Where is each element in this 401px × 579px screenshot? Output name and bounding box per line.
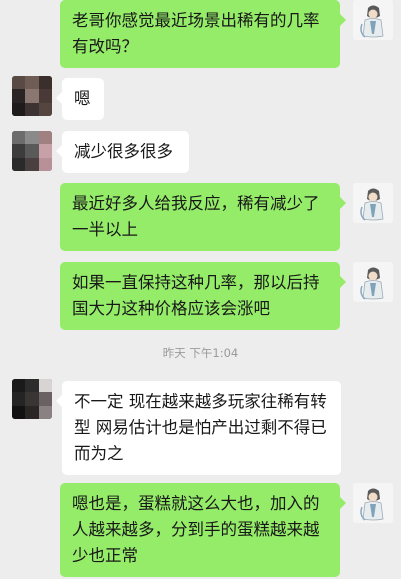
blurred-avatar-image — [12, 131, 52, 171]
character-avatar-icon — [353, 483, 393, 523]
my-avatar[interactable] — [353, 262, 393, 302]
message-bubble[interactable]: 减少很多很多 — [56, 131, 189, 173]
my-avatar[interactable] — [353, 0, 393, 40]
blurred-avatar-image — [12, 76, 52, 116]
character-avatar-icon — [353, 0, 393, 40]
chat-window: 老哥你感觉最近场景出稀有的几率有改吗？ 嗯 减少很多很多 最近好多人给我反应，稀… — [0, 0, 401, 579]
contact-avatar[interactable] — [12, 76, 52, 116]
message-bubble[interactable]: 嗯 — [56, 78, 104, 120]
character-avatar-icon — [353, 262, 393, 302]
message-bubble[interactable]: 不一定 现在越来越多玩家往稀有转型 网易估计也是怕产出过剩不得已而为之 — [56, 381, 341, 475]
blurred-avatar-image — [12, 379, 52, 419]
character-avatar-icon — [353, 183, 393, 223]
chat-timestamp: 昨天 下午1:04 — [162, 346, 239, 360]
message-bubble[interactable]: 嗯也是，蛋糕就这么大也，加入的人越来越多，分到手的蛋糕越来越少也正常 — [60, 483, 346, 577]
contact-avatar[interactable] — [12, 131, 52, 171]
my-avatar[interactable] — [353, 483, 393, 523]
contact-avatar[interactable] — [12, 379, 52, 419]
message-bubble[interactable]: 如果一直保持这种几率，那以后持国大力这种价格应该会涨吧 — [60, 262, 346, 330]
my-avatar[interactable] — [353, 183, 393, 223]
message-bubble[interactable]: 老哥你感觉最近场景出稀有的几率有改吗？ — [60, 0, 346, 68]
message-bubble[interactable]: 最近好多人给我反应，稀有减少了一半以上 — [60, 183, 346, 251]
